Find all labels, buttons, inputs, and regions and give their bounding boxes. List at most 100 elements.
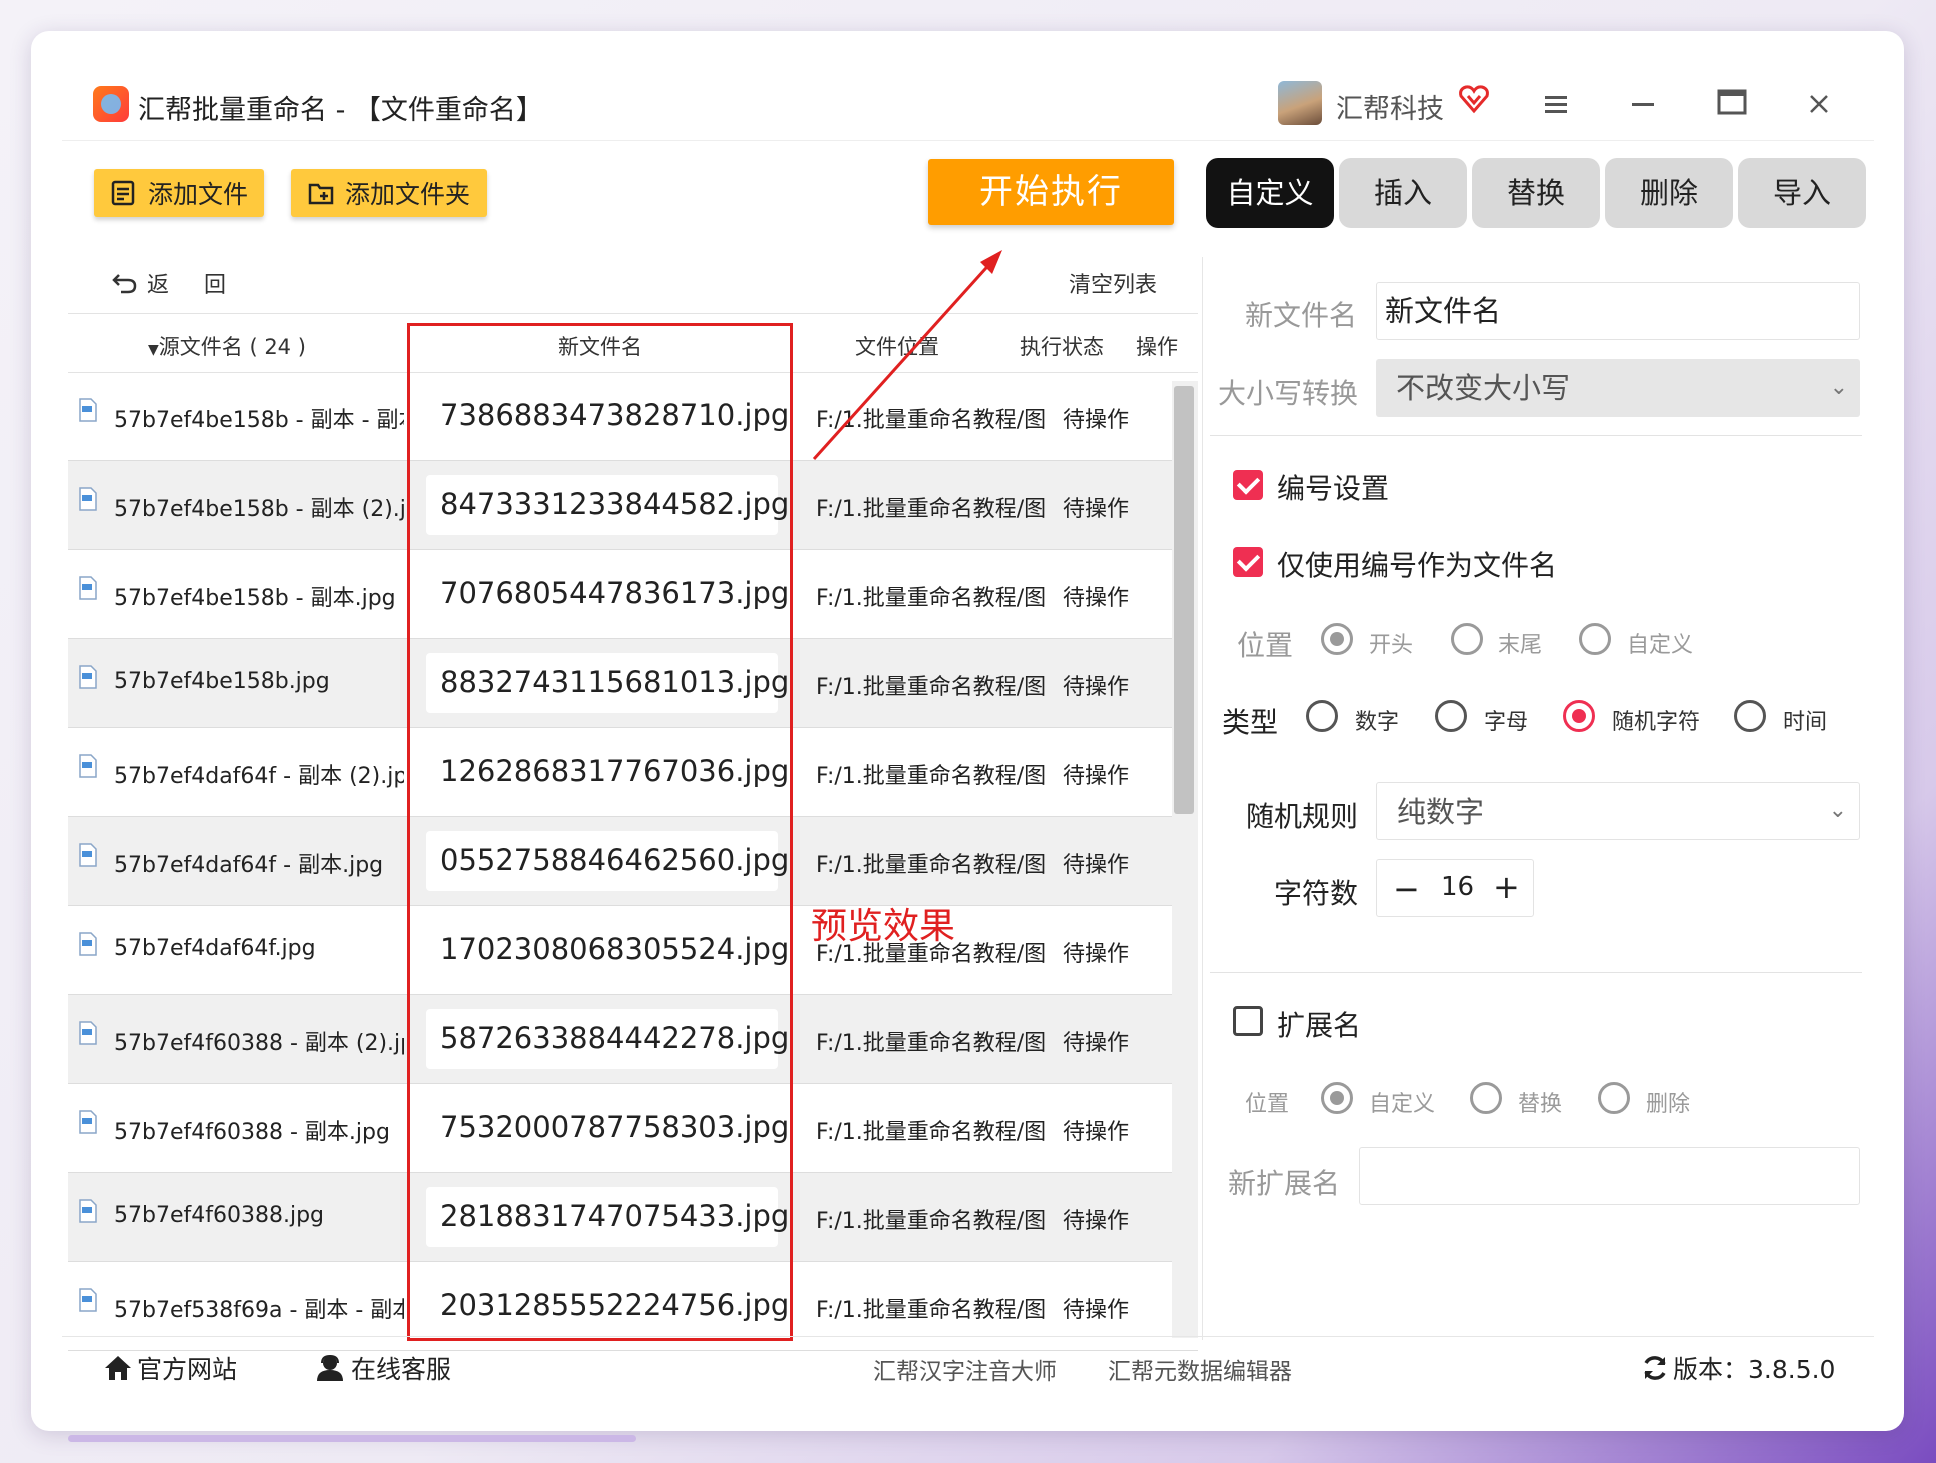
case-select[interactable]: 不改变大小写 ⌄ <box>1376 359 1860 417</box>
random-rule-select[interactable]: 纯数字 ⌄ <box>1376 782 1860 840</box>
type-letter-radio[interactable] <box>1435 700 1467 732</box>
chevron-down-icon: ⌄ <box>1828 798 1847 823</box>
source-filename: 57b7ef4daf64f.jpg <box>114 936 316 961</box>
status-text: 待操作 <box>1063 1031 1130 1056</box>
type-number-radio[interactable] <box>1306 700 1338 732</box>
user-support-icon <box>317 1354 343 1381</box>
file-location: F:/1.批量重命名教程/图片 <box>816 1298 1046 1323</box>
support-label: 在线客服 <box>351 1355 452 1384</box>
type-random-radio[interactable] <box>1563 700 1595 732</box>
position-start-radio[interactable] <box>1321 623 1353 655</box>
vip-heart-icon[interactable] <box>1458 83 1492 117</box>
file-location: F:/1.批量重命名教程/图片 <box>816 764 1046 789</box>
file-list-icon <box>111 180 135 206</box>
status-text: 待操作 <box>1063 675 1130 700</box>
file-location: F:/1.批量重命名教程/图片 <box>816 1209 1046 1234</box>
new-ext-label: 新扩展名 <box>1228 1167 1341 1200</box>
ext-replace-radio[interactable] <box>1470 1082 1502 1114</box>
ext-delete-radio[interactable] <box>1598 1082 1630 1114</box>
start-button[interactable]: 开始执行 <box>928 159 1174 225</box>
ext-delete-label: 删除 <box>1646 1092 1691 1117</box>
back-arrow-icon <box>112 274 137 294</box>
col-action-header: 操作 <box>1136 335 1178 359</box>
position-end-label: 末尾 <box>1498 633 1543 658</box>
tab-custom[interactable]: 自定义 <box>1206 158 1334 228</box>
image-file-icon <box>79 487 97 511</box>
version-info[interactable]: 版本：3.8.5.0 <box>1641 1350 1835 1386</box>
tab-replace[interactable]: 替换 <box>1472 158 1600 228</box>
version-label: 版本：3.8.5.0 <box>1673 1355 1836 1384</box>
preview-highlight-box <box>407 323 793 1341</box>
type-time-radio[interactable] <box>1734 700 1766 732</box>
scrollbar-thumb[interactable] <box>1174 386 1194 814</box>
file-location: F:/1.批量重命名教程/图片 <box>816 1120 1046 1145</box>
ext-custom-radio[interactable] <box>1321 1082 1353 1114</box>
ext-custom-label: 自定义 <box>1369 1092 1436 1117</box>
clear-list-button[interactable]: 清空列表 <box>1069 267 1157 299</box>
minimize-icon[interactable] <box>1623 86 1663 126</box>
user-name[interactable]: 汇帮科技 <box>1336 87 1444 126</box>
pinyin-master-link[interactable]: 汇帮汉字注音大师 <box>873 1352 1057 1386</box>
source-filename: 57b7ef4be158b - 副本 - 副本.jpg <box>114 408 404 433</box>
ext-replace-label: 替换 <box>1518 1092 1563 1117</box>
source-filename: 57b7ef538f69a - 副本 - 副本.jpg <box>114 1298 404 1323</box>
extension-label: 扩展名 <box>1277 1009 1362 1042</box>
col-status-header: 执行状态 <box>1020 335 1104 359</box>
image-file-icon <box>79 1021 97 1045</box>
file-location: F:/1.批量重命名教程/图片 <box>816 675 1046 700</box>
random-rule-label: 随机规则 <box>1246 800 1359 833</box>
metadata-editor-link[interactable]: 汇帮元数据编辑器 <box>1108 1352 1292 1386</box>
type-letter-label: 字母 <box>1484 710 1529 735</box>
new-name-input[interactable]: 新文件名 <box>1376 282 1860 340</box>
image-file-icon <box>79 843 97 867</box>
status-text: 待操作 <box>1063 1120 1130 1145</box>
horizontal-scrollbar[interactable] <box>68 1435 636 1442</box>
char-count-stepper: − 16 + <box>1376 859 1534 917</box>
section-divider <box>1210 435 1862 436</box>
close-icon[interactable] <box>1799 86 1839 126</box>
only-number-checkbox[interactable] <box>1233 547 1263 577</box>
status-text: 待操作 <box>1063 1209 1130 1234</box>
tab-import[interactable]: 导入 <box>1738 158 1866 228</box>
support-link[interactable]: 在线客服 <box>315 1350 451 1386</box>
position-custom-radio[interactable] <box>1579 623 1611 655</box>
section-divider <box>1210 972 1862 973</box>
status-text: 待操作 <box>1063 1298 1130 1323</box>
status-text: 待操作 <box>1063 764 1130 789</box>
col-source-label: 源文件名 ( 24 ) <box>158 335 306 359</box>
add-file-button[interactable]: 添加文件 <box>94 169 264 217</box>
status-text: 待操作 <box>1063 586 1130 611</box>
avatar[interactable] <box>1278 81 1322 125</box>
ext-position-label: 位置 <box>1245 1092 1290 1117</box>
position-start-label: 开头 <box>1369 633 1414 658</box>
source-filename: 57b7ef4f60388.jpg <box>114 1203 324 1228</box>
website-link[interactable]: 官方网站 <box>103 1350 237 1386</box>
extension-checkbox[interactable] <box>1233 1006 1263 1036</box>
new-ext-input[interactable] <box>1359 1147 1860 1205</box>
tab-insert[interactable]: 插入 <box>1339 158 1467 228</box>
add-folder-button[interactable]: 添加文件夹 <box>291 169 487 217</box>
menu-icon[interactable] <box>1536 86 1576 126</box>
source-filename: 57b7ef4be158b.jpg <box>114 669 330 694</box>
back-button[interactable]: 返 回 <box>111 267 240 299</box>
case-label: 大小写转换 <box>1218 377 1359 410</box>
only-number-label: 仅使用编号作为文件名 <box>1277 549 1558 582</box>
numbering-checkbox[interactable] <box>1233 470 1263 500</box>
source-filename: 57b7ef4be158b - 副本.jpg <box>114 586 396 611</box>
col-source-header[interactable]: ▼源文件名 ( 24 ) <box>148 331 306 361</box>
plus-icon[interactable]: + <box>1493 868 1520 906</box>
image-file-icon <box>79 1199 97 1223</box>
file-location: F:/1.批量重命名教程/图片 <box>816 853 1046 878</box>
source-filename: 57b7ef4f60388 - 副本.jpg <box>114 1120 390 1145</box>
minus-icon[interactable]: − <box>1393 870 1420 908</box>
file-location: F:/1.批量重命名教程/图片 <box>816 1031 1046 1056</box>
tab-delete[interactable]: 删除 <box>1605 158 1733 228</box>
type-number-label: 数字 <box>1355 710 1400 735</box>
maximize-icon[interactable] <box>1712 86 1752 126</box>
position-end-radio[interactable] <box>1451 623 1483 655</box>
source-filename: 57b7ef4daf64f - 副本.jpg <box>114 853 384 878</box>
window-title: 汇帮批量重命名 - 【文件重命名】 <box>138 95 543 126</box>
back-label: 返 回 <box>147 273 240 298</box>
char-count-value[interactable]: 16 <box>1441 872 1474 902</box>
position-label: 位置 <box>1237 629 1294 662</box>
